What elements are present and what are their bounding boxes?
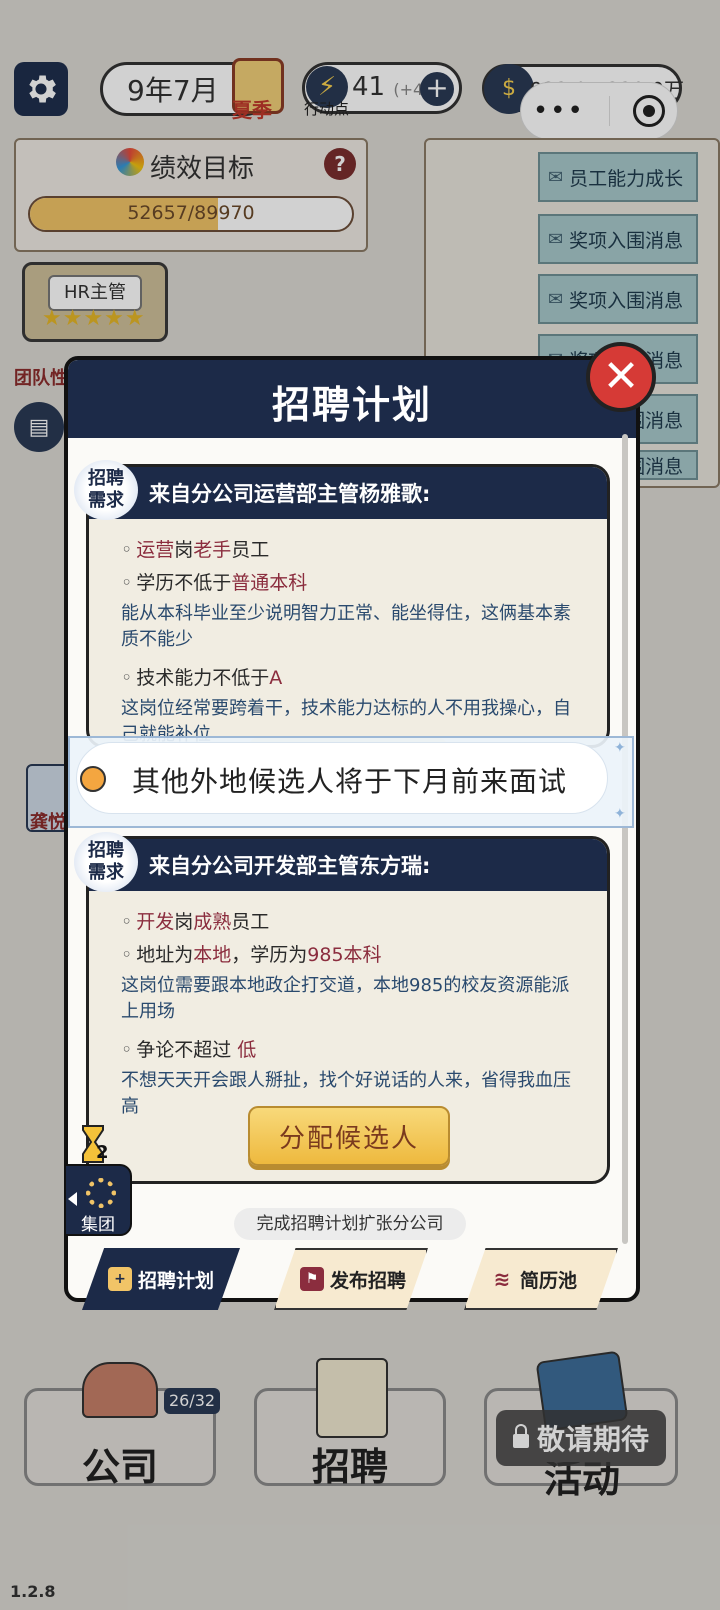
- position-mid: 岗: [174, 911, 194, 933]
- requirement-dispute: ◦ 争论不超过 低: [121, 1035, 585, 1062]
- requirement-position: ◦ 开发岗成熟员工: [121, 907, 585, 934]
- stack-icon: ≋: [493, 1267, 511, 1291]
- recruit-demand-badge: 招聘 需求: [74, 460, 138, 520]
- requirement-position: ◦ 运营岗老手员工: [121, 535, 585, 562]
- group-label: 集团: [81, 1215, 115, 1235]
- requirement-card: 来自分公司运营部主管杨雅歌: ◦ 运营岗老手员工 ◦ 学历不低于普通本科 能从本科毕…: [86, 464, 610, 748]
- position-level: 成熟: [193, 911, 232, 933]
- document-plus-icon: +: [108, 1267, 132, 1291]
- bullet: ◦: [121, 667, 133, 689]
- tab-content: + 招聘计划: [82, 1266, 214, 1293]
- modal-scrollbar[interactable]: [622, 434, 628, 1244]
- location-pre: 地址为: [136, 944, 194, 966]
- bullet: ◦: [121, 539, 133, 561]
- tab-resume-pool[interactable]: ≋ 简历池: [464, 1248, 618, 1310]
- tab-label: 发布招聘: [330, 1269, 407, 1292]
- requirement-description: 能从本科毕业至少说明智力正常、能坐得住，这俩基本素质不能少: [121, 603, 571, 650]
- recruit-demand-badge: 招聘 需求: [74, 832, 138, 892]
- bullet: ◦: [121, 911, 133, 933]
- dispute-pre: 争论不超过: [136, 1039, 238, 1061]
- megaphone-icon: ⚑: [300, 1267, 324, 1291]
- requirement-card-header: 来自分公司运营部主管杨雅歌:: [89, 467, 607, 519]
- requirement-card-header: 来自分公司开发部主管东方瑞:: [89, 839, 607, 891]
- requirement-location-education: ◦ 地址为本地，学历为985本科: [121, 940, 585, 967]
- position-level: 老手: [193, 539, 232, 561]
- dispute-value: 低: [237, 1039, 257, 1061]
- tab-label: 招聘计划: [138, 1269, 215, 1292]
- badge-line2: 需求: [88, 862, 124, 883]
- education-pre: 学历不低于: [136, 572, 232, 594]
- position-dept: 开发: [136, 911, 175, 933]
- bullet: ◦: [121, 944, 133, 966]
- position-post: 员工: [231, 539, 270, 561]
- location-value: 本地: [193, 944, 232, 966]
- tab-publish-recruit[interactable]: ⚑ 发布招聘: [274, 1248, 428, 1310]
- tab-content: ≋ 简历池: [464, 1266, 577, 1293]
- skill-value: A: [269, 667, 283, 689]
- modal-header: 招聘计划: [68, 360, 636, 438]
- requirement-description: 这岗位需要跟本地政企打交道，本地985的校友资源能派上用场: [121, 975, 570, 1022]
- requirement-list: ◦ 开发岗成熟员工 ◦ 地址为本地，学历为985本科 这岗位需要跟本地政企打交道，本…: [89, 891, 607, 1120]
- arrow-left-icon: [68, 1192, 77, 1206]
- modal-title: 招聘计划: [271, 383, 432, 427]
- skill-pre: 技术能力不低于: [136, 667, 270, 689]
- tab-content: ⚑ 发布招聘: [274, 1266, 406, 1293]
- close-button[interactable]: ✕: [586, 342, 656, 412]
- expand-hint: 完成招聘计划扩张分公司: [234, 1208, 466, 1240]
- education-pre: ，学历为: [231, 944, 308, 966]
- tab-label: 简历池: [520, 1269, 578, 1292]
- assign-candidate-button[interactable]: 分配候选人: [248, 1106, 450, 1166]
- requirement-skill: ◦ 技术能力不低于A: [121, 663, 585, 690]
- education-value: 普通本科: [231, 572, 308, 594]
- toast-message: 其他外地候选人将于下月前来面试: [132, 765, 568, 798]
- education-value: 985本科: [307, 944, 382, 966]
- hourglass-icon: [80, 766, 106, 792]
- tab-recruit-plan[interactable]: + 招聘计划: [82, 1248, 240, 1310]
- timer-count: 2: [96, 1142, 109, 1163]
- close-icon: ✕: [602, 351, 640, 402]
- position-post: 员工: [231, 911, 270, 933]
- sparkle-icon: ✦: [614, 806, 626, 822]
- position-mid: 岗: [174, 539, 194, 561]
- requirement-education: ◦ 学历不低于普通本科: [121, 568, 585, 595]
- badge-line1: 招聘: [88, 840, 124, 861]
- requirement-list: ◦ 运营岗老手员工 ◦ 学历不低于普通本科 能从本科毕业至少说明智力正常、能坐得住，…: [89, 519, 607, 745]
- sparkle-icon: ✦: [614, 740, 626, 756]
- bullet: ◦: [121, 1039, 133, 1061]
- position-dept: 运营: [136, 539, 175, 561]
- group-gear-icon: [86, 1178, 116, 1208]
- badge-line2: 需求: [88, 490, 124, 511]
- bullet: ◦: [121, 572, 133, 594]
- badge-line1: 招聘: [88, 468, 124, 489]
